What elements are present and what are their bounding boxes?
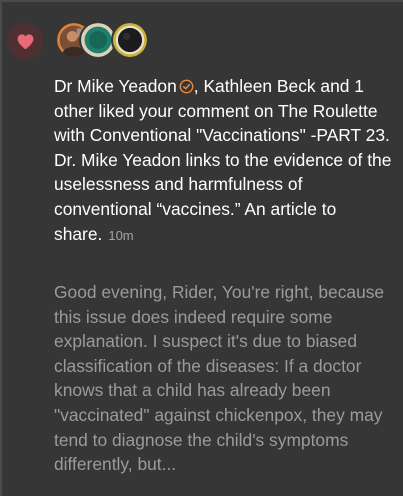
comment-excerpt: Good evening, Rider, You're right, be­ca… <box>54 282 385 475</box>
like-notification[interactable]: Dr Mike Yeadon, Kathleen Beck and 1 othe… <box>0 0 403 496</box>
heart-icon <box>16 32 35 51</box>
avatar[interactable] <box>111 21 149 59</box>
notification-message: , Kathleen Beck and 1 other liked your c… <box>54 76 392 244</box>
timestamp: 10m <box>108 227 134 243</box>
verified-check-icon <box>179 79 194 94</box>
actor-name[interactable]: Dr Mike Yeadon <box>54 76 177 96</box>
notification-text[interactable]: Dr Mike Yeadon, Kathleen Beck and 1 othe… <box>54 74 394 248</box>
avatar-stack <box>55 21 165 61</box>
like-badge <box>7 23 43 59</box>
